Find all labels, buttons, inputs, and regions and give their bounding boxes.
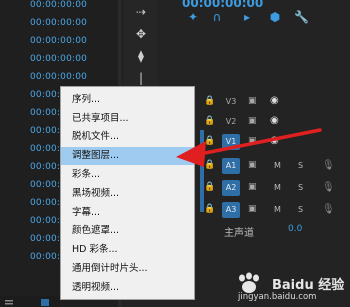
slip-tool-icon[interactable]: |↔|	[132, 70, 150, 101]
timecode-cell: 00:00:00:00	[30, 36, 88, 46]
menu-item-bars[interactable]: 彩条...	[61, 166, 194, 184]
track-label[interactable]: V1	[222, 134, 240, 150]
ripple-edit-tool-icon[interactable]: ✥	[132, 26, 150, 42]
mute-button[interactable]: M	[274, 182, 286, 193]
current-timecode[interactable]: 00:00:00:00	[182, 0, 302, 10]
lock-icon[interactable]: 🔒	[204, 182, 215, 193]
track-label[interactable]: A3	[222, 202, 240, 218]
menu-item-offline-file[interactable]: 脱机文件...	[61, 128, 194, 146]
track-row-v3: 🔒 V3 ▣ ◉	[196, 92, 350, 112]
new-item-icon[interactable]	[40, 298, 50, 307]
menu-item-transparent-video[interactable]: 透明视频...	[61, 279, 194, 297]
menu-item-color-matte[interactable]: 颜色遮罩...	[61, 222, 194, 240]
mic-icon[interactable]: 🎙	[322, 181, 335, 194]
solo-button[interactable]: S	[298, 204, 310, 215]
track-label[interactable]: A1	[222, 158, 240, 174]
new-item-context-menu: 序列... 已共享项目... 脱机文件... 调整图层... 彩条... 黑场视…	[60, 86, 195, 300]
mute-button[interactable]: M	[274, 160, 286, 171]
lock-icon[interactable]: 🔒	[204, 116, 215, 127]
menu-item-black-video[interactable]: 黑场视频...	[61, 185, 194, 203]
menu-item-sequence[interactable]: 序列...	[61, 91, 194, 109]
sync-lock-icon[interactable]: ▣	[248, 204, 260, 215]
add-marker-icon[interactable]: ▸	[240, 10, 254, 24]
track-label[interactable]: A2	[222, 180, 240, 196]
eye-icon[interactable]: ◉	[270, 115, 284, 127]
snap-icon[interactable]: ✦	[186, 10, 200, 24]
master-track-row: 主声道 0.0	[196, 222, 350, 239]
list-view-icon[interactable]	[4, 298, 14, 307]
lock-icon[interactable]: 🔒	[204, 160, 215, 171]
solo-button[interactable]: S	[298, 182, 310, 193]
menu-item-shared-project[interactable]: 已共享项目...	[61, 110, 194, 128]
lock-icon[interactable]: 🔒	[204, 204, 215, 215]
razor-tool-icon[interactable]: ⧫	[132, 48, 150, 64]
baidu-paw-logo-icon	[239, 272, 259, 293]
menu-item-titles[interactable]: 字幕...	[61, 204, 194, 222]
track-label[interactable]: V3	[222, 94, 240, 110]
lock-icon[interactable]: 🔒	[204, 136, 215, 147]
timecode-cell: 00:00:00:00	[30, 72, 88, 82]
track-select-tool-icon[interactable]: ⇢	[132, 4, 150, 20]
track-label[interactable]: V2	[222, 114, 240, 130]
track-row-a2: 🔒 A2 ▣ M S 🎙	[196, 178, 350, 198]
timecode-cell: 00:00:00:00	[30, 54, 88, 64]
master-volume-value[interactable]: 0.0	[288, 224, 318, 238]
sync-lock-icon[interactable]: ▣	[248, 136, 260, 147]
sync-lock-icon[interactable]: ▣	[248, 116, 260, 127]
sync-lock-icon[interactable]: ▣	[248, 96, 260, 107]
master-label: 主声道	[224, 228, 254, 239]
eye-icon[interactable]: ◉	[270, 135, 284, 147]
mic-icon[interactable]: 🎙	[322, 203, 335, 216]
menu-item-adjustment-layer[interactable]: 调整图层...	[61, 147, 194, 165]
timecode-cell: 00:00:00:00	[30, 18, 88, 28]
track-row-v1: 🔒 V1 ▣ ◉	[196, 132, 350, 152]
eye-icon[interactable]: ◉	[270, 95, 284, 107]
linked-selection-icon[interactable]: ∩	[210, 10, 224, 24]
marker-icon[interactable]: ⬢	[268, 10, 282, 24]
menu-item-hd-bars[interactable]: HD 彩条...	[61, 241, 194, 259]
track-row-v2: 🔒 V2 ▣ ◉	[196, 112, 350, 132]
menu-item-universal-countdown[interactable]: 通用倒计时片头...	[61, 260, 194, 278]
track-row-a1: 🔒 A1 ▣ M S 🎙	[196, 156, 350, 176]
sync-lock-icon[interactable]: ▣	[248, 182, 260, 193]
wrench-icon[interactable]: 🔧	[294, 10, 309, 24]
mute-button[interactable]: M	[274, 204, 286, 215]
sync-lock-icon[interactable]: ▣	[248, 160, 260, 171]
lock-icon[interactable]: 🔒	[204, 96, 215, 107]
watermark-url: jingyan.baidu.com	[238, 292, 317, 302]
watermark-brand: Baidu 经验	[272, 278, 345, 293]
mic-icon[interactable]: 🎙	[322, 159, 335, 172]
timecode-cell: 00:00:00:00	[30, 0, 88, 10]
track-row-a3: 🔒 A3 ▣ M S 🎙	[196, 200, 350, 220]
solo-button[interactable]: S	[298, 160, 310, 171]
